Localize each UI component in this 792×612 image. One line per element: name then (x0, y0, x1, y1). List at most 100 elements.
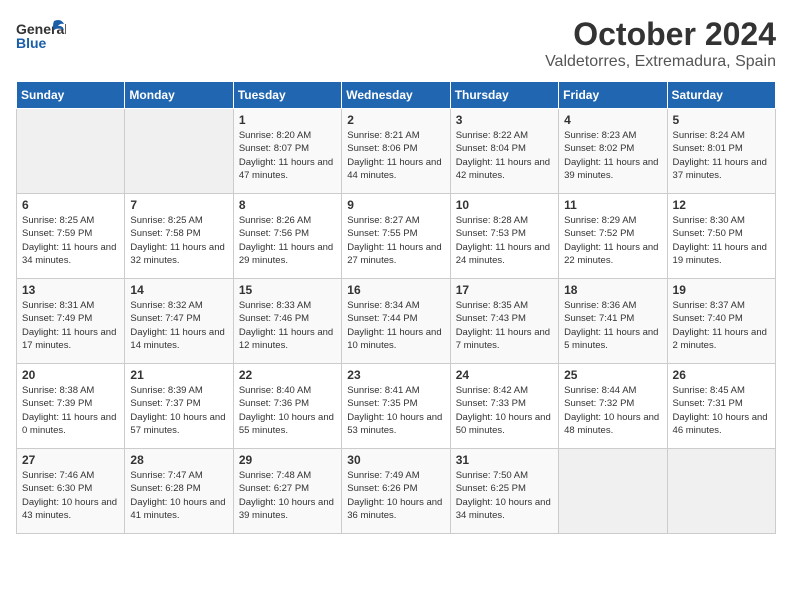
location-title: Valdetorres, Extremadura, Spain (545, 53, 776, 71)
calendar-week-row: 13Sunrise: 8:31 AMSunset: 7:49 PMDayligh… (17, 279, 776, 364)
calendar-cell: 30Sunrise: 7:49 AMSunset: 6:26 PMDayligh… (342, 449, 450, 534)
day-number: 28 (130, 453, 227, 467)
day-info: Sunrise: 7:48 AMSunset: 6:27 PMDaylight:… (239, 469, 336, 522)
day-info: Sunrise: 8:24 AMSunset: 8:01 PMDaylight:… (673, 129, 770, 182)
calendar-cell: 24 Sunrise: 8:42 AMSunset: 7:33 PMDayligh… (450, 364, 558, 449)
calendar-cell: 12 Sunrise: 8:30 AMSunset: 7:50 PMDayligh… (667, 194, 775, 279)
day-number: 10 (456, 198, 553, 212)
day-info: Sunrise: 8:27 AMSunset: 7:55 PMDaylight:… (347, 214, 444, 267)
svg-text:Blue: Blue (16, 35, 47, 51)
calendar-cell (667, 449, 775, 534)
calendar-cell: 11 Sunrise: 8:29 AMSunset: 7:52 PMDayligh… (559, 194, 667, 279)
day-info: Sunrise: 8:38 AMSunset: 7:39 PMDaylight:… (22, 384, 119, 437)
calendar-cell: 29 Sunrise: 7:48 AMSunset: 6:27 PMDayligh… (233, 449, 341, 534)
calendar-table: SundayMondayTuesdayWednesdayThursdayFrid… (16, 81, 776, 534)
day-info: Sunrise: 8:32 AMSunset: 7:47 PMDaylight:… (130, 299, 227, 352)
day-number: 15 (239, 283, 336, 297)
day-number: 9 (347, 198, 444, 212)
calendar-cell: 16 Sunrise: 8:34 AMSunset: 7:44 PMDayligh… (342, 279, 450, 364)
calendar-cell: 20 Sunrise: 8:38 AMSunset: 7:39 PMDayligh… (17, 364, 125, 449)
day-info: Sunrise: 8:26 AMSunset: 7:56 PMDaylight:… (239, 214, 336, 267)
calendar-cell: 28 Sunrise: 7:47 AMSunset: 6:28 PMDayligh… (125, 449, 233, 534)
day-info: Sunrise: 8:36 AMSunset: 7:41 PMDaylight:… (564, 299, 661, 352)
calendar-cell: 8 Sunrise: 8:26 AMSunset: 7:56 PMDaylight… (233, 194, 341, 279)
day-info: Sunrise: 8:45 AMSunset: 7:31 PMDaylight:… (673, 384, 770, 437)
day-info: Sunrise: 7:47 AMSunset: 6:28 PMDaylight:… (130, 469, 227, 522)
calendar-cell: 17 Sunrise: 8:35 AMSunset: 7:43 PMDayligh… (450, 279, 558, 364)
weekday-header: Sunday (17, 82, 125, 109)
weekday-header: Wednesday (342, 82, 450, 109)
day-number: 6 (22, 198, 119, 212)
day-info: Sunrise: 8:23 AMSunset: 8:02 PMDaylight:… (564, 129, 661, 182)
calendar-cell: 5 Sunrise: 8:24 AMSunset: 8:01 PMDaylight… (667, 109, 775, 194)
day-info: Sunrise: 7:50 AMSunset: 6:25 PMDaylight:… (456, 469, 553, 522)
day-number: 7 (130, 198, 227, 212)
day-info: Sunrise: 8:31 AMSunset: 7:49 PMDaylight:… (22, 299, 119, 352)
calendar-cell: 25Sunrise: 8:44 AMSunset: 7:32 PMDayligh… (559, 364, 667, 449)
day-info: Sunrise: 7:46 AMSunset: 6:30 PMDaylight:… (22, 469, 119, 522)
day-number: 1 (239, 113, 336, 127)
day-number: 8 (239, 198, 336, 212)
day-info: Sunrise: 8:37 AMSunset: 7:40 PMDaylight:… (673, 299, 770, 352)
day-number: 5 (673, 113, 770, 127)
calendar-cell: 26Sunrise: 8:45 AMSunset: 7:31 PMDayligh… (667, 364, 775, 449)
day-number: 14 (130, 283, 227, 297)
month-title: October 2024 (545, 16, 776, 53)
day-number: 24 (456, 368, 553, 382)
calendar-week-row: 1 Sunrise: 8:20 AMSunset: 8:07 PMDaylight… (17, 109, 776, 194)
calendar-cell: 3Sunrise: 8:22 AMSunset: 8:04 PMDaylight… (450, 109, 558, 194)
day-number: 3 (456, 113, 553, 127)
day-info: Sunrise: 8:29 AMSunset: 7:52 PMDaylight:… (564, 214, 661, 267)
day-info: Sunrise: 8:39 AMSunset: 7:37 PMDaylight:… (130, 384, 227, 437)
day-info: Sunrise: 8:44 AMSunset: 7:32 PMDaylight:… (564, 384, 661, 437)
weekday-header: Monday (125, 82, 233, 109)
day-info: Sunrise: 8:35 AMSunset: 7:43 PMDaylight:… (456, 299, 553, 352)
calendar-cell (17, 109, 125, 194)
day-info: Sunrise: 8:34 AMSunset: 7:44 PMDaylight:… (347, 299, 444, 352)
day-info: Sunrise: 8:25 AMSunset: 7:58 PMDaylight:… (130, 214, 227, 267)
day-number: 22 (239, 368, 336, 382)
day-number: 31 (456, 453, 553, 467)
calendar-week-row: 20 Sunrise: 8:38 AMSunset: 7:39 PMDayligh… (17, 364, 776, 449)
logo: General Blue (16, 16, 66, 56)
day-number: 20 (22, 368, 119, 382)
day-number: 12 (673, 198, 770, 212)
calendar-cell: 4 Sunrise: 8:23 AMSunset: 8:02 PMDaylight… (559, 109, 667, 194)
calendar-cell: 7 Sunrise: 8:25 AMSunset: 7:58 PMDaylight… (125, 194, 233, 279)
day-info: Sunrise: 8:25 AMSunset: 7:59 PMDaylight:… (22, 214, 119, 267)
calendar-cell: 15 Sunrise: 8:33 AMSunset: 7:46 PMDayligh… (233, 279, 341, 364)
day-number: 21 (130, 368, 227, 382)
calendar-cell: 2Sunrise: 8:21 AMSunset: 8:06 PMDaylight… (342, 109, 450, 194)
day-info: Sunrise: 8:40 AMSunset: 7:36 PMDaylight:… (239, 384, 336, 437)
calendar-cell (125, 109, 233, 194)
weekday-header: Tuesday (233, 82, 341, 109)
calendar-cell: 18Sunrise: 8:36 AMSunset: 7:41 PMDayligh… (559, 279, 667, 364)
weekday-header-row: SundayMondayTuesdayWednesdayThursdayFrid… (17, 82, 776, 109)
day-number: 4 (564, 113, 661, 127)
title-block: October 2024 Valdetorres, Extremadura, S… (545, 16, 776, 71)
calendar-cell: 27 Sunrise: 7:46 AMSunset: 6:30 PMDayligh… (17, 449, 125, 534)
day-number: 16 (347, 283, 444, 297)
weekday-header: Saturday (667, 82, 775, 109)
day-info: Sunrise: 8:33 AMSunset: 7:46 PMDaylight:… (239, 299, 336, 352)
calendar-cell: 13Sunrise: 8:31 AMSunset: 7:49 PMDayligh… (17, 279, 125, 364)
weekday-header: Friday (559, 82, 667, 109)
day-info: Sunrise: 8:42 AMSunset: 7:33 PMDaylight:… (456, 384, 553, 437)
calendar-cell: 21 Sunrise: 8:39 AMSunset: 7:37 PMDayligh… (125, 364, 233, 449)
day-number: 11 (564, 198, 661, 212)
calendar-week-row: 27 Sunrise: 7:46 AMSunset: 6:30 PMDayligh… (17, 449, 776, 534)
page-header: General Blue October 2024 Valdetorres, E… (16, 16, 776, 71)
day-info: Sunrise: 8:20 AMSunset: 8:07 PMDaylight:… (239, 129, 336, 182)
calendar-cell (559, 449, 667, 534)
day-number: 19 (673, 283, 770, 297)
day-number: 27 (22, 453, 119, 467)
day-number: 29 (239, 453, 336, 467)
day-number: 17 (456, 283, 553, 297)
calendar-cell: 23Sunrise: 8:41 AMSunset: 7:35 PMDayligh… (342, 364, 450, 449)
day-number: 23 (347, 368, 444, 382)
calendar-cell: 14 Sunrise: 8:32 AMSunset: 7:47 PMDayligh… (125, 279, 233, 364)
day-number: 2 (347, 113, 444, 127)
weekday-header: Thursday (450, 82, 558, 109)
day-info: Sunrise: 8:30 AMSunset: 7:50 PMDaylight:… (673, 214, 770, 267)
day-number: 30 (347, 453, 444, 467)
